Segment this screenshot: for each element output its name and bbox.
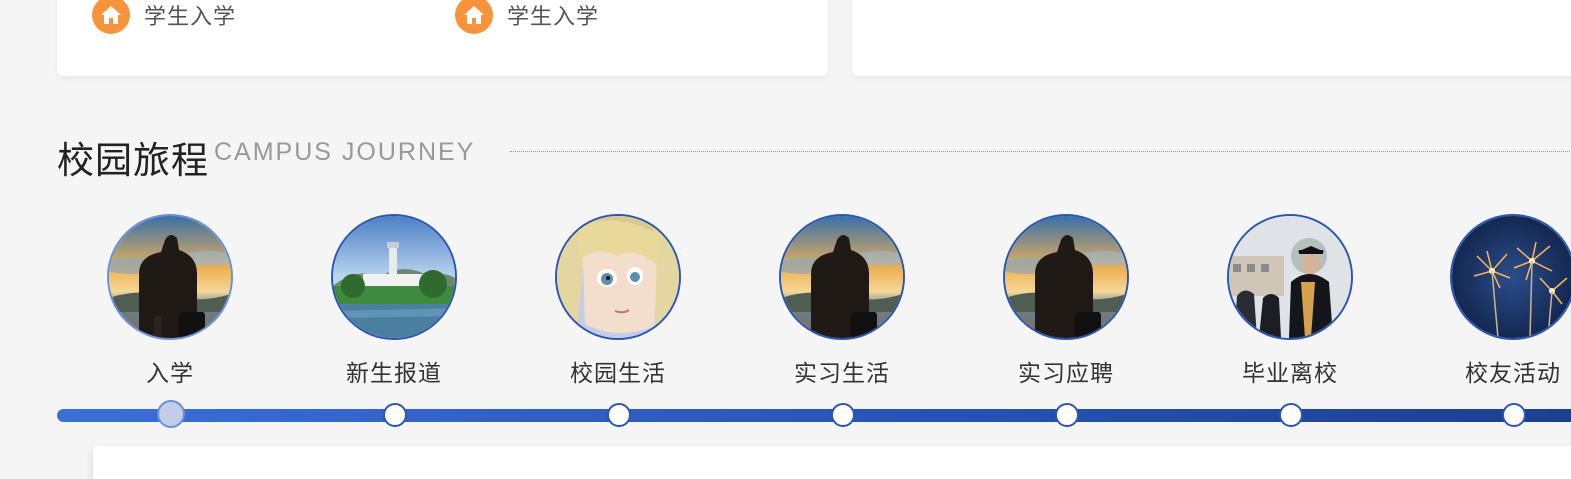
home-icon [455, 0, 493, 34]
stage-enrollment[interactable]: 入学 [80, 214, 260, 388]
silhouette-sunset-photo [107, 214, 233, 340]
stage-label: 入学 [146, 361, 194, 387]
campus-tower-lake-photo [331, 214, 457, 340]
timeline-dot-internship-life[interactable] [831, 403, 855, 427]
section-divider [510, 151, 1571, 152]
stage-label: 校友活动 [1465, 361, 1561, 387]
page: 学生入学 学生入学 校园旅程 CAMPUS JOURNEY 入学 新生报道 校园… [0, 0, 1571, 479]
silhouette-sunset-photo [1003, 214, 1129, 340]
timeline-dot-freshman-registration[interactable] [383, 403, 407, 427]
quick-link-student-enrollment-2[interactable]: 学生入学 [455, 0, 600, 34]
stage-detail-card [93, 446, 1571, 479]
timeline-dot-enrollment[interactable] [157, 400, 185, 428]
sparklers-photo [1450, 214, 1571, 340]
timeline-dot-graduation[interactable] [1279, 403, 1303, 427]
stage-label: 新生报道 [346, 361, 442, 387]
section-subtitle: CAMPUS JOURNEY [214, 138, 476, 166]
stage-freshman-registration[interactable]: 新生报道 [304, 214, 484, 388]
timeline-track [57, 409, 1571, 422]
stage-internship-life[interactable]: 实习生活 [752, 214, 932, 388]
home-icon [92, 0, 130, 34]
stage-graduation[interactable]: 毕业离校 [1200, 214, 1380, 388]
silhouette-sunset-photo [779, 214, 905, 340]
stage-alumni-activities[interactable]: 校友活动 [1423, 214, 1571, 388]
stage-label: 毕业离校 [1242, 361, 1338, 387]
stage-campus-life[interactable]: 校园生活 [528, 214, 708, 388]
quick-link-label: 学生入学 [507, 5, 600, 30]
graduate-cap-gown-photo [1227, 214, 1353, 340]
section-title: 校园旅程 [57, 139, 209, 182]
anime-character-image [555, 214, 681, 340]
quick-links-card: 学生入学 学生入学 [57, 0, 828, 76]
timeline-dot-internship-recruiting[interactable] [1055, 403, 1079, 427]
info-card [852, 0, 1571, 76]
stage-label: 实习应聘 [1018, 361, 1114, 387]
quick-link-student-enrollment-1[interactable]: 学生入学 [92, 0, 237, 34]
stage-internship-recruiting[interactable]: 实习应聘 [976, 214, 1156, 388]
quick-link-label: 学生入学 [144, 5, 237, 30]
timeline-dot-alumni-activities[interactable] [1502, 403, 1526, 427]
stage-label: 校园生活 [570, 361, 666, 387]
timeline-dot-campus-life[interactable] [607, 403, 631, 427]
stage-label: 实习生活 [794, 361, 890, 387]
